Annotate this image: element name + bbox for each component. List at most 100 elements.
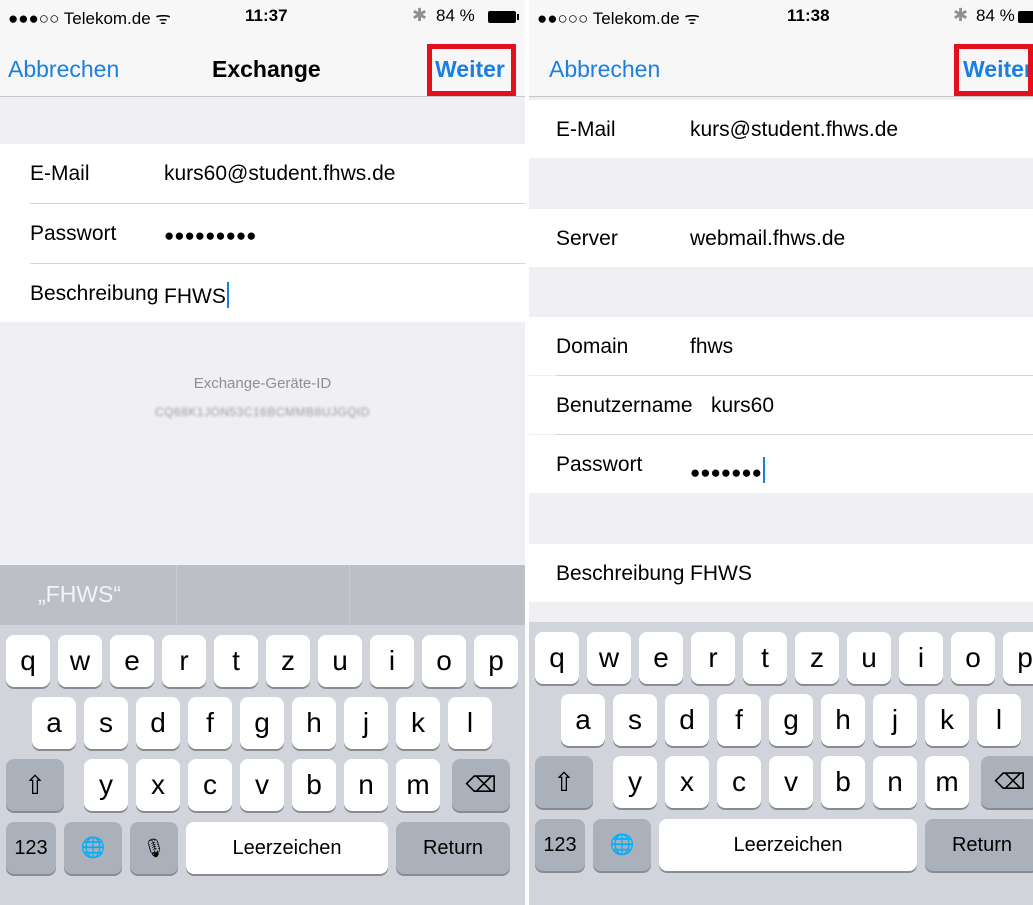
key-s[interactable]: s — [613, 694, 657, 746]
key-h[interactable]: h — [821, 694, 865, 746]
key-u[interactable]: u — [318, 635, 362, 687]
key-l[interactable]: l — [448, 697, 492, 749]
key-p[interactable]: p — [1003, 632, 1033, 684]
key-i[interactable]: i — [370, 635, 414, 687]
key-v[interactable]: v — [769, 756, 813, 808]
key-m[interactable]: m — [396, 759, 440, 811]
key-x[interactable]: x — [136, 759, 180, 811]
text-cursor — [762, 457, 765, 483]
keyboard: q w e r t z u i o p a s d f g h j k l ⇧ y x c v b n m ⌫ 123 🌐 🎙 Leerzei… — [0, 625, 525, 905]
battery-percent: 84 % — [976, 6, 1015, 25]
key-m[interactable]: m — [925, 756, 969, 808]
key-y[interactable]: y — [613, 756, 657, 808]
delete-key-icon[interactable]: ⌫ — [981, 756, 1033, 808]
password-field[interactable]: Passwort ●●●●●●●●● — [0, 204, 525, 264]
password-field[interactable]: Passwort ●●●●●●● — [529, 435, 1033, 493]
battery-percent: 84 % — [436, 6, 475, 25]
status-bar: ●●○○○ Telekom.de ᯤ 11:38 ✱ 84 % — [529, 0, 1033, 34]
shift-key-icon[interactable]: ⇧ — [535, 756, 593, 808]
domain-field[interactable]: Domain fhws — [529, 317, 1033, 375]
key-z[interactable]: z — [795, 632, 839, 684]
username-label: Benutzername — [556, 394, 693, 417]
key-w[interactable]: w — [587, 632, 631, 684]
globe-icon[interactable]: 🌐 — [64, 822, 122, 874]
return-key[interactable]: Return — [396, 822, 510, 874]
suggestion-cell[interactable] — [350, 565, 525, 625]
shift-key-icon[interactable]: ⇧ — [6, 759, 64, 811]
key-e[interactable]: e — [110, 635, 154, 687]
description-field[interactable]: Beschreibung FHWS — [529, 544, 1033, 602]
key-g[interactable]: g — [769, 694, 813, 746]
return-key[interactable]: Return — [925, 819, 1033, 871]
key-c[interactable]: c — [188, 759, 232, 811]
key-j[interactable]: j — [344, 697, 388, 749]
server-field[interactable]: Server webmail.fhws.de — [529, 209, 1033, 267]
key-y[interactable]: y — [84, 759, 128, 811]
key-s[interactable]: s — [84, 697, 128, 749]
key-w[interactable]: w — [58, 635, 102, 687]
highlight-box — [427, 44, 516, 96]
key-f[interactable]: f — [188, 697, 232, 749]
delete-key-icon[interactable]: ⌫ — [452, 759, 510, 811]
numbers-key[interactable]: 123 — [535, 819, 585, 871]
key-g[interactable]: g — [240, 697, 284, 749]
space-key[interactable]: Leerzeichen — [186, 822, 388, 874]
key-o[interactable]: o — [422, 635, 466, 687]
key-r[interactable]: r — [162, 635, 206, 687]
battery-icon — [1018, 11, 1033, 23]
key-f[interactable]: f — [717, 694, 761, 746]
key-v[interactable]: v — [240, 759, 284, 811]
password-label: Passwort — [30, 222, 117, 245]
password-value: ●●●●●●● — [690, 457, 765, 483]
key-l[interactable]: l — [977, 694, 1021, 746]
description-field[interactable]: Beschreibung FHWS — [0, 264, 525, 322]
description-label: Beschreibung — [30, 282, 159, 305]
key-a[interactable]: a — [32, 697, 76, 749]
battery-icon — [488, 11, 519, 23]
carrier-label: ●●○○○ Telekom.de ᯤ — [537, 9, 700, 28]
key-d[interactable]: d — [665, 694, 709, 746]
key-o[interactable]: o — [951, 632, 995, 684]
key-k[interactable]: k — [925, 694, 969, 746]
email-value: kurs60@student.fhws.de — [164, 162, 396, 185]
username-value: kurs60 — [711, 394, 775, 417]
key-n[interactable]: n — [344, 759, 388, 811]
key-c[interactable]: c — [717, 756, 761, 808]
microphone-icon[interactable]: 🎙 — [130, 822, 178, 874]
device-id-label: Exchange-Geräte-ID — [193, 375, 332, 392]
cancel-button[interactable]: Abbrechen — [549, 56, 660, 83]
key-b[interactable]: b — [821, 756, 865, 808]
numbers-key[interactable]: 123 — [6, 822, 56, 874]
key-d[interactable]: d — [136, 697, 180, 749]
username-field[interactable]: Benutzername kurs60 — [529, 376, 1033, 434]
key-t[interactable]: t — [743, 632, 787, 684]
key-q[interactable]: q — [535, 632, 579, 684]
key-h[interactable]: h — [292, 697, 336, 749]
key-q[interactable]: q — [6, 635, 50, 687]
key-x[interactable]: x — [665, 756, 709, 808]
key-j[interactable]: j — [873, 694, 917, 746]
highlight-box — [954, 44, 1033, 96]
suggestion-cell[interactable]: „FHWS“ — [0, 565, 176, 625]
key-u[interactable]: u — [847, 632, 891, 684]
key-n[interactable]: n — [873, 756, 917, 808]
key-k[interactable]: k — [396, 697, 440, 749]
suggestion-cell[interactable] — [177, 565, 349, 625]
email-value: kurs@student.fhws.de — [690, 118, 899, 141]
key-a[interactable]: a — [561, 694, 605, 746]
key-b[interactable]: b — [292, 759, 336, 811]
email-field[interactable]: E-Mail kurs@student.fhws.de — [529, 100, 1033, 158]
key-t[interactable]: t — [214, 635, 258, 687]
cancel-button[interactable]: Abbrechen — [8, 56, 119, 83]
text-cursor — [226, 282, 229, 308]
email-field[interactable]: E-Mail kurs60@student.fhws.de — [0, 144, 525, 204]
key-e[interactable]: e — [639, 632, 683, 684]
domain-label: Domain — [556, 335, 629, 358]
key-i[interactable]: i — [899, 632, 943, 684]
globe-icon[interactable]: 🌐 — [593, 819, 651, 871]
space-key[interactable]: Leerzeichen — [659, 819, 917, 871]
key-z[interactable]: z — [266, 635, 310, 687]
description-value: FHWS — [690, 562, 752, 585]
key-r[interactable]: r — [691, 632, 735, 684]
key-p[interactable]: p — [474, 635, 518, 687]
